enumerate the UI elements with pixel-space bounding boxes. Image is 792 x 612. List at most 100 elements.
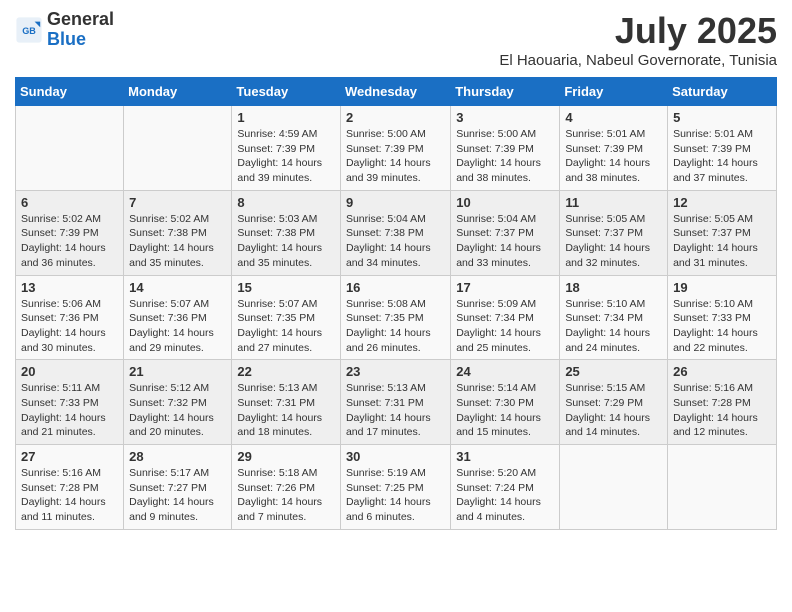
day-info: Sunrise: 5:05 AMSunset: 7:37 PMDaylight:… xyxy=(565,212,662,271)
header-row: SundayMondayTuesdayWednesdayThursdayFrid… xyxy=(16,78,777,106)
day-cell: 21 Sunrise: 5:12 AMSunset: 7:32 PMDayligh… xyxy=(124,360,232,445)
day-info: Sunrise: 5:02 AMSunset: 7:39 PMDaylight:… xyxy=(21,212,118,271)
day-info: Sunrise: 5:16 AMSunset: 7:28 PMDaylight:… xyxy=(21,466,118,525)
day-info: Sunrise: 5:06 AMSunset: 7:36 PMDaylight:… xyxy=(21,297,118,356)
day-cell: 17Sunrise: 5:09 AMSunset: 7:34 PMDayligh… xyxy=(451,275,560,360)
header-cell-tuesday: Tuesday xyxy=(232,78,341,106)
day-cell: 27 Sunrise: 5:16 AMSunset: 7:28 PMDayligh… xyxy=(16,445,124,530)
day-number: 31 xyxy=(456,449,554,464)
day-number: 30 xyxy=(346,449,445,464)
day-number: 21 xyxy=(129,364,226,379)
day-cell xyxy=(560,445,668,530)
day-number: 15 xyxy=(237,280,335,295)
day-cell: 19 Sunrise: 5:10 AMSunset: 7:33 PMDayligh… xyxy=(668,275,777,360)
day-info: Sunrise: 5:02 AMSunset: 7:38 PMDaylight:… xyxy=(129,212,226,271)
day-number: 6 xyxy=(21,195,118,210)
day-cell: 24 Sunrise: 5:14 AMSunset: 7:30 PMDayligh… xyxy=(451,360,560,445)
week-row-5: 27 Sunrise: 5:16 AMSunset: 7:28 PMDayligh… xyxy=(16,445,777,530)
day-cell: 6 Sunrise: 5:02 AMSunset: 7:39 PMDaylight… xyxy=(16,190,124,275)
day-info: Sunrise: 5:16 AMSunset: 7:28 PMDaylight:… xyxy=(673,381,771,440)
day-number: 27 xyxy=(21,449,118,464)
day-cell: 28 Sunrise: 5:17 AMSunset: 7:27 PMDayligh… xyxy=(124,445,232,530)
day-cell: 7 Sunrise: 5:02 AMSunset: 7:38 PMDaylight… xyxy=(124,190,232,275)
day-cell: 15Sunrise: 5:07 AMSunset: 7:35 PMDayligh… xyxy=(232,275,341,360)
day-number: 2 xyxy=(346,110,445,125)
header-cell-saturday: Saturday xyxy=(668,78,777,106)
week-row-3: 13 Sunrise: 5:06 AMSunset: 7:36 PMDayligh… xyxy=(16,275,777,360)
day-info: Sunrise: 5:01 AMSunset: 7:39 PMDaylight:… xyxy=(673,127,771,186)
day-number: 13 xyxy=(21,280,118,295)
day-number: 26 xyxy=(673,364,771,379)
day-number: 12 xyxy=(673,195,771,210)
day-cell: 18 Sunrise: 5:10 AMSunset: 7:34 PMDayligh… xyxy=(560,275,668,360)
day-cell: 13 Sunrise: 5:06 AMSunset: 7:36 PMDayligh… xyxy=(16,275,124,360)
day-info: Sunrise: 5:10 AMSunset: 7:33 PMDaylight:… xyxy=(673,297,771,356)
day-info: Sunrise: 5:14 AMSunset: 7:30 PMDaylight:… xyxy=(456,381,554,440)
day-number: 19 xyxy=(673,280,771,295)
day-info: Sunrise: 5:20 AMSunset: 7:24 PMDaylight:… xyxy=(456,466,554,525)
day-number: 4 xyxy=(565,110,662,125)
day-cell: 22Sunrise: 5:13 AMSunset: 7:31 PMDayligh… xyxy=(232,360,341,445)
day-cell: 30 Sunrise: 5:19 AMSunset: 7:25 PMDayligh… xyxy=(340,445,450,530)
header-cell-monday: Monday xyxy=(124,78,232,106)
day-number: 11 xyxy=(565,195,662,210)
day-info: Sunrise: 5:18 AMSunset: 7:26 PMDaylight:… xyxy=(237,466,335,525)
day-info: Sunrise: 5:11 AMSunset: 7:33 PMDaylight:… xyxy=(21,381,118,440)
day-number: 3 xyxy=(456,110,554,125)
day-number: 5 xyxy=(673,110,771,125)
day-number: 18 xyxy=(565,280,662,295)
header-cell-thursday: Thursday xyxy=(451,78,560,106)
day-cell: 29 Sunrise: 5:18 AMSunset: 7:26 PMDayligh… xyxy=(232,445,341,530)
day-number: 23 xyxy=(346,364,445,379)
day-cell: 12 Sunrise: 5:05 AMSunset: 7:37 PMDayligh… xyxy=(668,190,777,275)
day-cell: 4Sunrise: 5:01 AMSunset: 7:39 PMDaylight… xyxy=(560,106,668,191)
day-cell: 26 Sunrise: 5:16 AMSunset: 7:28 PMDayligh… xyxy=(668,360,777,445)
location: El Haouaria, Nabeul Governorate, Tunisia xyxy=(499,52,777,69)
day-info: Sunrise: 5:05 AMSunset: 7:37 PMDaylight:… xyxy=(673,212,771,271)
day-number: 1 xyxy=(237,110,335,125)
day-number: 28 xyxy=(129,449,226,464)
day-cell: 9 Sunrise: 5:04 AMSunset: 7:38 PMDaylight… xyxy=(340,190,450,275)
day-cell: 16 Sunrise: 5:08 AMSunset: 7:35 PMDayligh… xyxy=(340,275,450,360)
day-info: Sunrise: 5:08 AMSunset: 7:35 PMDaylight:… xyxy=(346,297,445,356)
day-cell: 5 Sunrise: 5:01 AMSunset: 7:39 PMDaylight… xyxy=(668,106,777,191)
day-info: Sunrise: 5:12 AMSunset: 7:32 PMDaylight:… xyxy=(129,381,226,440)
day-cell: 2 Sunrise: 5:00 AMSunset: 7:39 PMDaylight… xyxy=(340,106,450,191)
day-cell: 11 Sunrise: 5:05 AMSunset: 7:37 PMDayligh… xyxy=(560,190,668,275)
day-info: Sunrise: 5:13 AMSunset: 7:31 PMDaylight:… xyxy=(237,381,335,440)
title-block: July 2025 El Haouaria, Nabeul Governorat… xyxy=(499,10,777,69)
day-info: Sunrise: 5:10 AMSunset: 7:34 PMDaylight:… xyxy=(565,297,662,356)
day-cell: 3 Sunrise: 5:00 AMSunset: 7:39 PMDaylight… xyxy=(451,106,560,191)
day-number: 10 xyxy=(456,195,554,210)
week-row-4: 20Sunrise: 5:11 AMSunset: 7:33 PMDayligh… xyxy=(16,360,777,445)
header-cell-friday: Friday xyxy=(560,78,668,106)
day-number: 24 xyxy=(456,364,554,379)
day-info: Sunrise: 5:00 AMSunset: 7:39 PMDaylight:… xyxy=(346,127,445,186)
day-number: 29 xyxy=(237,449,335,464)
day-info: Sunrise: 5:04 AMSunset: 7:38 PMDaylight:… xyxy=(346,212,445,271)
day-cell: 1 Sunrise: 4:59 AMSunset: 7:39 PMDaylight… xyxy=(232,106,341,191)
logo: GB GeneralBlue xyxy=(15,10,114,50)
day-number: 7 xyxy=(129,195,226,210)
day-cell: 25 Sunrise: 5:15 AMSunset: 7:29 PMDayligh… xyxy=(560,360,668,445)
day-number: 25 xyxy=(565,364,662,379)
day-number: 16 xyxy=(346,280,445,295)
header-cell-wednesday: Wednesday xyxy=(340,78,450,106)
day-info: Sunrise: 5:00 AMSunset: 7:39 PMDaylight:… xyxy=(456,127,554,186)
day-cell xyxy=(16,106,124,191)
day-number: 9 xyxy=(346,195,445,210)
day-info: Sunrise: 5:07 AMSunset: 7:36 PMDaylight:… xyxy=(129,297,226,356)
day-number: 17 xyxy=(456,280,554,295)
day-info: Sunrise: 4:59 AMSunset: 7:39 PMDaylight:… xyxy=(237,127,335,186)
day-info: Sunrise: 5:03 AMSunset: 7:38 PMDaylight:… xyxy=(237,212,335,271)
day-info: Sunrise: 5:13 AMSunset: 7:31 PMDaylight:… xyxy=(346,381,445,440)
week-row-1: 1 Sunrise: 4:59 AMSunset: 7:39 PMDaylight… xyxy=(16,106,777,191)
logo-icon: GB xyxy=(15,16,43,44)
day-info: Sunrise: 5:15 AMSunset: 7:29 PMDaylight:… xyxy=(565,381,662,440)
day-info: Sunrise: 5:17 AMSunset: 7:27 PMDaylight:… xyxy=(129,466,226,525)
week-row-2: 6 Sunrise: 5:02 AMSunset: 7:39 PMDaylight… xyxy=(16,190,777,275)
day-info: Sunrise: 5:19 AMSunset: 7:25 PMDaylight:… xyxy=(346,466,445,525)
day-cell: 8Sunrise: 5:03 AMSunset: 7:38 PMDaylight… xyxy=(232,190,341,275)
day-cell: 23 Sunrise: 5:13 AMSunset: 7:31 PMDayligh… xyxy=(340,360,450,445)
page-header: GB GeneralBlue July 2025 El Haouaria, Na… xyxy=(15,10,777,69)
